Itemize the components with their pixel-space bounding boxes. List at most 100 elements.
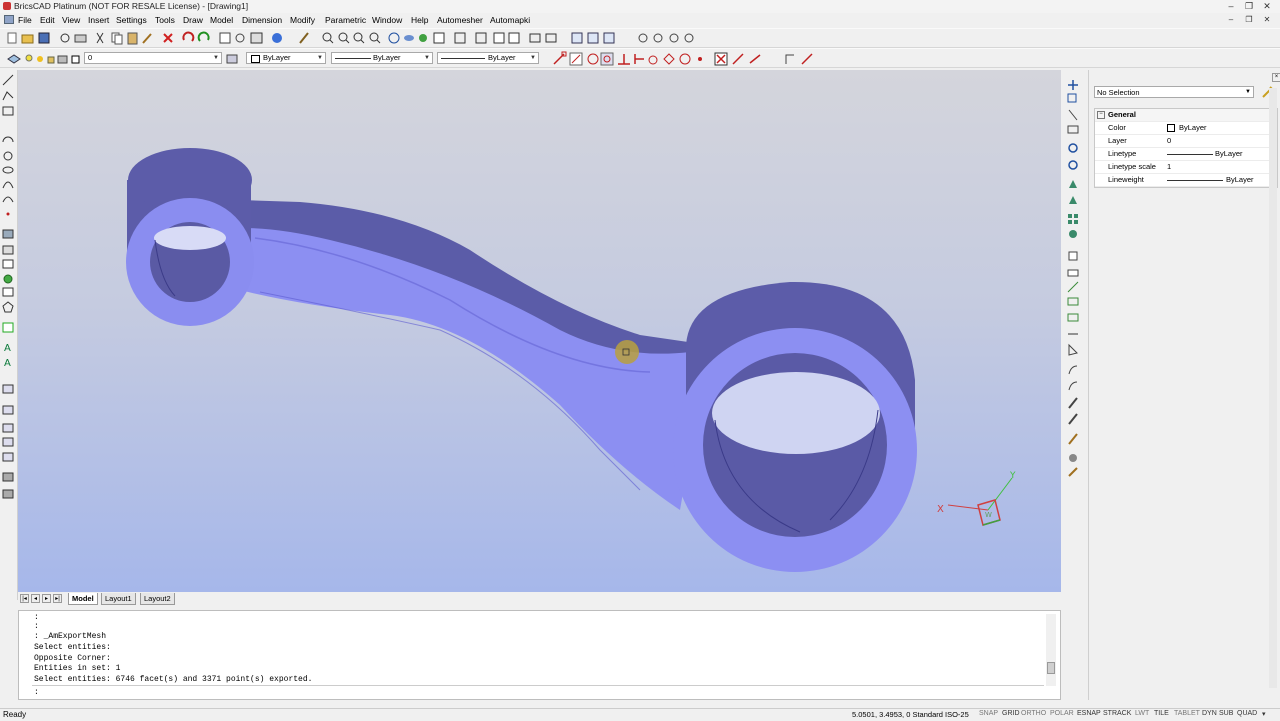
menu-dimension[interactable]: Dimension bbox=[242, 15, 282, 25]
line-icon[interactable] bbox=[2, 74, 14, 86]
rectangle-icon[interactable] bbox=[2, 106, 14, 116]
view-side-icon[interactable] bbox=[669, 33, 679, 43]
mtext-icon[interactable]: A bbox=[4, 358, 11, 369]
snap-extension-icon[interactable] bbox=[732, 53, 744, 65]
zoom-window-icon[interactable] bbox=[353, 32, 365, 44]
orbit-icon[interactable] bbox=[388, 32, 400, 44]
snap-tangent-icon[interactable] bbox=[648, 55, 658, 65]
status-quad[interactable]: QUAD bbox=[1237, 710, 1257, 717]
snap-midpoint-icon[interactable] bbox=[569, 52, 583, 66]
measure-icon[interactable] bbox=[1068, 397, 1078, 409]
menu-tools[interactable]: Tools bbox=[155, 15, 175, 25]
menu-help[interactable]: Help bbox=[411, 15, 428, 25]
break-icon[interactable] bbox=[1068, 251, 1078, 261]
xref-icon[interactable] bbox=[571, 32, 583, 44]
status-ortho[interactable]: ORTHO bbox=[1021, 710, 1046, 717]
menu-settings[interactable]: Settings bbox=[116, 15, 147, 25]
status-grid[interactable]: GRID bbox=[1002, 710, 1020, 717]
zoom-in-icon[interactable] bbox=[322, 32, 334, 44]
document-icon[interactable] bbox=[4, 15, 14, 24]
close-button[interactable]: ✕ bbox=[1258, 1, 1276, 11]
ucs-icon[interactable] bbox=[454, 32, 466, 44]
tab-prev-icon[interactable]: ◂ bbox=[31, 594, 40, 603]
explorer-icon[interactable] bbox=[235, 33, 245, 43]
join-icon[interactable] bbox=[1067, 269, 1079, 277]
divide-icon[interactable] bbox=[1068, 413, 1078, 425]
copy-entity-icon[interactable] bbox=[1067, 93, 1077, 103]
menu-parametric[interactable]: Parametric bbox=[325, 15, 366, 25]
offset-icon[interactable] bbox=[1067, 125, 1079, 134]
edit-arc-icon[interactable] bbox=[1068, 365, 1078, 375]
snap-quadrant-icon[interactable] bbox=[663, 53, 675, 65]
status-dyn[interactable]: DYN bbox=[1202, 710, 1217, 717]
edit-fillet-icon[interactable] bbox=[1068, 381, 1078, 391]
visual-style-icon[interactable] bbox=[433, 32, 445, 44]
attribute-icon[interactable] bbox=[2, 405, 14, 415]
edit-text-icon[interactable] bbox=[1068, 433, 1078, 445]
point-icon[interactable] bbox=[6, 212, 10, 216]
paste-icon[interactable] bbox=[127, 32, 138, 45]
redo-icon[interactable] bbox=[197, 31, 210, 42]
tile-icon[interactable] bbox=[493, 32, 505, 44]
circle-icon[interactable] bbox=[3, 151, 13, 161]
layer-state-icon[interactable] bbox=[7, 54, 21, 64]
zoom-out-icon[interactable] bbox=[338, 32, 350, 44]
snap-endpoint-icon[interactable] bbox=[553, 51, 567, 65]
move-icon[interactable] bbox=[1068, 80, 1078, 90]
copy-icon[interactable] bbox=[111, 32, 123, 45]
menu-insert[interactable]: Insert bbox=[88, 15, 109, 25]
stretch-icon[interactable] bbox=[1069, 196, 1077, 204]
print-preview-icon[interactable] bbox=[60, 33, 70, 43]
tab-next-icon[interactable]: ▸ bbox=[42, 594, 51, 603]
extend-icon[interactable] bbox=[1069, 230, 1077, 238]
printer-icon[interactable] bbox=[57, 55, 68, 64]
solid-icon[interactable] bbox=[2, 472, 14, 482]
general-section-header[interactable]: − General bbox=[1095, 109, 1277, 122]
tab-model[interactable]: Model bbox=[68, 593, 98, 605]
attach-icon[interactable] bbox=[603, 32, 615, 44]
menu-draw[interactable]: Draw bbox=[183, 15, 203, 25]
block-insert-icon[interactable] bbox=[2, 384, 14, 394]
lineweight-dropdown[interactable]: ByLayer ▼ bbox=[437, 52, 539, 64]
snap-nearest-icon[interactable] bbox=[698, 57, 702, 61]
properties-icon[interactable] bbox=[1069, 454, 1077, 462]
fillet-icon[interactable] bbox=[1067, 297, 1079, 306]
panel-close-icon[interactable]: × bbox=[1272, 73, 1280, 82]
view-iso-icon[interactable] bbox=[684, 33, 694, 43]
status-polar[interactable]: POLAR bbox=[1050, 710, 1074, 717]
mesh-icon[interactable] bbox=[2, 489, 14, 499]
snap-insertion-icon[interactable] bbox=[634, 54, 644, 64]
doc-close-button[interactable]: ✕ bbox=[1258, 15, 1276, 25]
view-top-icon[interactable] bbox=[638, 33, 648, 43]
lock-icon[interactable] bbox=[47, 56, 55, 64]
scale-icon[interactable] bbox=[1068, 160, 1078, 170]
command-scrollbar[interactable] bbox=[1046, 614, 1056, 686]
menu-automapki[interactable]: Automapki bbox=[490, 15, 530, 25]
status-esnap[interactable]: ESNAP bbox=[1077, 710, 1101, 717]
donut-icon[interactable] bbox=[3, 274, 13, 284]
boundary-icon[interactable] bbox=[2, 259, 14, 269]
property-row-color[interactable]: Color ByLayer bbox=[1095, 122, 1277, 135]
minimize-button[interactable]: – bbox=[1222, 1, 1240, 11]
menu-edit[interactable]: Edit bbox=[40, 15, 55, 25]
tolerance-icon[interactable] bbox=[2, 452, 14, 462]
freehand-icon[interactable] bbox=[2, 196, 14, 203]
tab-layout1[interactable]: Layout1 bbox=[101, 593, 136, 605]
menu-window[interactable]: Window bbox=[372, 15, 402, 25]
snap-node-icon[interactable] bbox=[600, 52, 614, 66]
view-front-icon[interactable] bbox=[653, 33, 663, 43]
paint-icon[interactable] bbox=[1068, 467, 1078, 477]
doc-minimize-button[interactable]: – bbox=[1222, 15, 1240, 25]
layer-manager-icon[interactable] bbox=[219, 32, 231, 44]
save-icon[interactable] bbox=[38, 32, 50, 44]
block-icon[interactable] bbox=[529, 33, 541, 43]
3d-model-canvas[interactable]: X Y W bbox=[18, 70, 1061, 592]
property-row-linetype-scale[interactable]: Linetype scale 1 bbox=[1095, 161, 1277, 174]
leader-icon[interactable] bbox=[2, 437, 14, 447]
property-row-linetype[interactable]: Linetype ByLayer bbox=[1095, 148, 1277, 161]
named-views-icon[interactable] bbox=[475, 32, 487, 44]
status-tile[interactable]: TILE bbox=[1154, 710, 1169, 717]
cut-icon[interactable] bbox=[96, 32, 104, 44]
region-icon[interactable] bbox=[2, 245, 14, 255]
snap-settings-icon[interactable] bbox=[801, 53, 813, 65]
